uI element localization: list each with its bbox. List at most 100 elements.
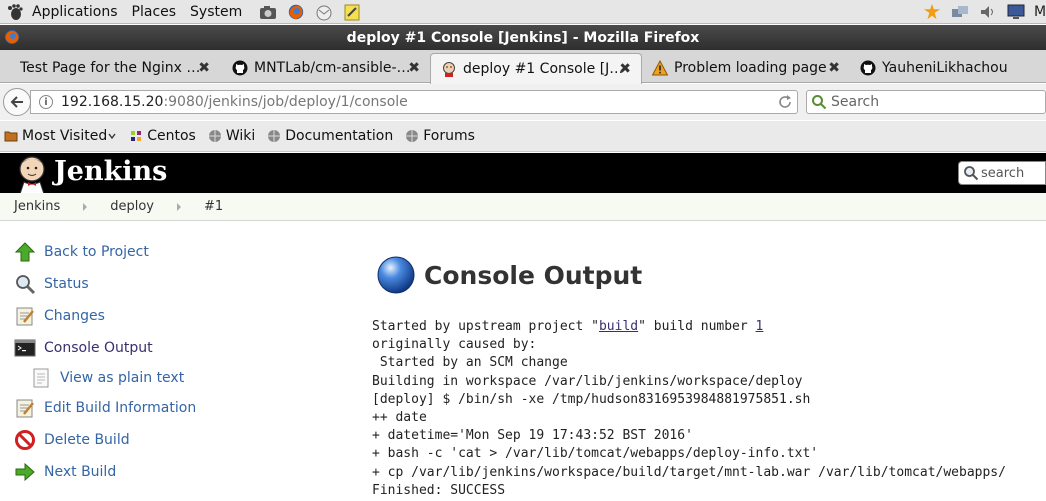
window-title: deploy #1 Console [Jenkins] - Mozilla Fi…	[346, 29, 700, 46]
console-line: + bash -c 'cat > /var/lib/tomcat/webapps…	[372, 446, 819, 462]
console-line: " build number	[638, 319, 756, 334]
menu-applications[interactable]: Applications	[32, 4, 118, 20]
jenkins-butler-logo[interactable]	[14, 154, 50, 194]
bookmark-forums[interactable]: Forums	[405, 128, 475, 144]
chevron-down-icon	[108, 133, 116, 140]
side-panel: Back to Project Status Changes Console O…	[14, 236, 314, 488]
task-view-plain-text[interactable]: View as plain text	[14, 364, 314, 392]
search-icon	[964, 166, 979, 181]
bookmark-documentation[interactable]: Documentation	[267, 128, 393, 144]
task-label[interactable]: Back to Project	[44, 244, 149, 260]
globe-icon	[406, 130, 419, 142]
task-edit-build-information[interactable]: Edit Build Information	[14, 392, 314, 424]
tab-strip: Test Page for the Nginx … ✖ MNTLab/cm-an…	[0, 50, 1046, 84]
task-next-build[interactable]: Next Build	[14, 456, 314, 488]
firefox-icon	[5, 30, 19, 44]
back-arrow-icon	[10, 96, 23, 108]
system-panel: Applications Places System M	[0, 0, 1046, 24]
task-label[interactable]: Changes	[44, 308, 105, 324]
console-line: + cp /var/lib/jenkins/workspace/build/ta…	[372, 464, 1006, 480]
tab-label: Test Page for the Nginx …	[20, 60, 201, 76]
up-arrow-icon	[14, 242, 36, 262]
task-status[interactable]: Status	[14, 268, 314, 300]
main-panel: Console Output Started by upstream proje…	[372, 250, 1046, 500]
web-search-box[interactable]	[806, 90, 1046, 114]
task-label[interactable]: Console Output	[44, 340, 153, 356]
bookmark-most-visited[interactable]: Most Visited	[4, 128, 117, 144]
console-line: Started by an SCM change	[372, 355, 568, 371]
task-label[interactable]: Delete Build	[44, 432, 130, 448]
update-notifier-icon[interactable]	[922, 3, 942, 21]
blue-ball-icon	[377, 256, 415, 294]
close-icon[interactable]: ✖	[619, 61, 631, 77]
tab-jenkins-console[interactable]: deploy #1 Console [J… ✖	[430, 53, 642, 84]
folder-icon	[4, 131, 18, 142]
url-bar[interactable]: i 192.168.15.20:9080/jenkins/job/deploy/…	[30, 90, 798, 114]
mail-icon[interactable]	[314, 3, 334, 21]
volume-icon[interactable]	[978, 3, 998, 21]
jenkins-brand-name[interactable]: Jenkins	[54, 156, 167, 187]
tab-label: deploy #1 Console [J…	[463, 61, 624, 77]
tab-github-user[interactable]: YauheniLikhachou	[850, 53, 1046, 83]
url-text[interactable]: 192.168.15.20:9080/jenkins/job/deploy/1/…	[61, 94, 408, 110]
upstream-build-number-link[interactable]: 1	[756, 319, 764, 334]
jenkins-header: Jenkins	[0, 153, 1046, 194]
bookmark-label: Documentation	[285, 128, 394, 144]
github-icon	[232, 60, 248, 76]
close-icon[interactable]: ✖	[828, 60, 840, 76]
task-delete-build[interactable]: Delete Build	[14, 424, 314, 456]
bookmark-label: Centos	[147, 128, 196, 144]
bookmarks-toolbar: Most Visited Centos Wiki Documentation F…	[0, 121, 1046, 152]
screenshot-icon[interactable]	[258, 3, 278, 21]
globe-icon	[208, 130, 221, 142]
network-icon[interactable]	[950, 3, 970, 21]
jenkins-search-input[interactable]	[981, 165, 1045, 181]
upstream-project-link[interactable]: build	[599, 319, 638, 334]
site-info-icon[interactable]: i	[39, 95, 53, 109]
console-line: originally caused by:	[372, 337, 537, 353]
bookmark-label: Most Visited	[22, 128, 108, 144]
close-icon[interactable]: ✖	[408, 60, 420, 76]
bookmark-label: Forums	[423, 128, 475, 144]
task-label[interactable]: Status	[44, 276, 89, 292]
console-line: [deploy] $ /bin/sh -xe /tmp/hudson831695…	[372, 391, 811, 407]
display-icon[interactable]	[1006, 3, 1026, 21]
task-label[interactable]: Edit Build Information	[44, 400, 196, 416]
reload-icon[interactable]	[777, 94, 793, 110]
jenkins-icon	[443, 62, 455, 77]
task-changes[interactable]: Changes	[14, 300, 314, 332]
menu-system[interactable]: System	[190, 4, 242, 20]
warning-icon	[652, 60, 668, 76]
document-icon	[33, 368, 49, 388]
page-title-row: Console Output	[372, 250, 1046, 300]
breadcrumb-build-1[interactable]: #1	[204, 199, 223, 214]
firefox-launcher-icon[interactable]	[286, 3, 306, 21]
magnifier-icon	[16, 275, 36, 295]
task-label[interactable]: View as plain text	[60, 370, 184, 386]
right-arrow-icon	[15, 462, 35, 482]
breadcrumb-separator-icon[interactable]	[177, 202, 181, 211]
close-icon[interactable]: ✖	[198, 60, 210, 76]
tab-problem-loading[interactable]: Problem loading page ✖	[642, 53, 850, 83]
task-console-output[interactable]: Console Output	[14, 332, 314, 364]
tab-label: MNTLab/cm-ansible-…	[254, 60, 411, 76]
terminal-icon	[14, 339, 36, 357]
bookmark-wiki[interactable]: Wiki	[208, 128, 255, 144]
menu-places[interactable]: Places	[132, 4, 177, 20]
bookmark-centos[interactable]: Centos	[129, 128, 196, 144]
task-back-to-project[interactable]: Back to Project	[14, 236, 314, 268]
navigation-toolbar: i 192.168.15.20:9080/jenkins/job/deploy/…	[0, 84, 1046, 120]
tab-nginx[interactable]: Test Page for the Nginx … ✖	[10, 53, 220, 83]
tab-github-cm-ansible[interactable]: MNTLab/cm-ansible-… ✖	[222, 53, 430, 83]
notes-icon[interactable]	[342, 3, 362, 21]
breadcrumb-jenkins[interactable]: Jenkins	[14, 199, 60, 214]
web-search-input[interactable]	[831, 94, 1031, 110]
task-label[interactable]: Next Build	[44, 464, 116, 480]
jenkins-search-box[interactable]	[958, 161, 1046, 185]
breadcrumb-separator-icon[interactable]	[83, 202, 88, 211]
back-button[interactable]	[3, 88, 31, 116]
breadcrumb-deploy[interactable]: deploy	[110, 199, 154, 214]
window-titlebar[interactable]: deploy #1 Console [Jenkins] - Mozilla Fi…	[0, 25, 1046, 50]
console-line: Building in workspace /var/lib/jenkins/w…	[372, 373, 803, 389]
globe-icon	[268, 130, 281, 142]
